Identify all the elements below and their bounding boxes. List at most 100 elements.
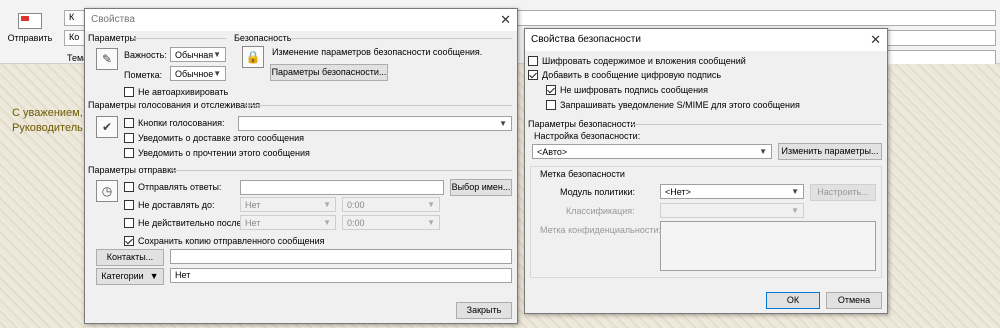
- time-value: 0:00: [347, 217, 365, 228]
- sec-params-separator: [630, 124, 882, 125]
- change-params-button[interactable]: Изменить параметры...: [778, 143, 882, 160]
- checkbox-box[interactable]: [124, 236, 134, 246]
- do-not-deliver-checkbox[interactable]: Не доставлять до:: [124, 200, 215, 210]
- do-not-deliver-label: Не доставлять до:: [138, 200, 215, 210]
- no-encrypt-signature-checkbox[interactable]: Не шифровать подпись сообщения: [546, 85, 708, 95]
- to-field[interactable]: [516, 10, 996, 26]
- date-value: Нет: [245, 217, 261, 228]
- voting-buttons-label: Кнопки голосования:: [138, 118, 225, 128]
- sensitivity-value: Обычное: [175, 68, 214, 79]
- save-copy-checkbox[interactable]: Сохранить копию отправленного сообщения: [124, 236, 325, 246]
- checkbox-box[interactable]: [124, 218, 134, 228]
- encrypt-checkbox[interactable]: Шифровать содержимое и вложения сообщени…: [528, 56, 746, 66]
- cc-field[interactable]: [884, 30, 996, 46]
- request-receipt-checkbox[interactable]: Запрашивать уведомление S/MIME для этого…: [546, 100, 800, 110]
- signature-line-1: С уважением,: [12, 107, 83, 119]
- ok-button[interactable]: ОК: [766, 292, 820, 309]
- reply-to-label: Отправлять ответы:: [138, 182, 222, 192]
- security-settings-button[interactable]: Параметры безопасности...: [270, 64, 388, 81]
- expires-label: Не действительно после:: [138, 218, 245, 228]
- security-description: Изменение параметров безопасности сообще…: [272, 47, 483, 57]
- send-button[interactable]: Отправить: [4, 10, 56, 56]
- no-encrypt-signature-label: Не шифровать подпись сообщения: [560, 85, 708, 95]
- importance-value: Обычная: [175, 49, 214, 60]
- choose-names-button[interactable]: Выбор имен...: [450, 179, 512, 196]
- security-dialog-title: Свойства безопасности ✕: [525, 29, 887, 51]
- voting-group-title: Параметры голосования и отслеживания: [88, 100, 261, 110]
- reply-to-checkbox[interactable]: Отправлять ответы:: [124, 182, 221, 192]
- send-options-group-title: Параметры отправки: [88, 165, 177, 175]
- expires-time[interactable]: 0:00 ▼: [342, 215, 440, 230]
- chevron-down-icon: ▼: [791, 206, 799, 215]
- do-not-deliver-time[interactable]: 0:00 ▼: [342, 197, 440, 212]
- save-copy-label: Сохранить копию отправленного сообщения: [138, 236, 325, 246]
- checkbox-box[interactable]: [546, 85, 556, 95]
- expires-checkbox[interactable]: Не действительно после:: [124, 218, 244, 228]
- policy-label: Модуль политики:: [560, 187, 635, 197]
- policy-select[interactable]: <Нет> ▼: [660, 184, 804, 199]
- privacy-label: Метка конфиденциальности:: [540, 225, 661, 235]
- sec-setting-select[interactable]: <Авто> ▼: [532, 144, 772, 159]
- chevron-down-icon: ▼: [427, 200, 435, 209]
- sensitivity-select[interactable]: Обычное ▼: [170, 66, 226, 81]
- notify-read-checkbox[interactable]: Уведомить о прочтении этого сообщения: [124, 148, 310, 158]
- checkbox-box[interactable]: [124, 148, 134, 158]
- chevron-down-icon: ▼: [323, 218, 331, 227]
- chevron-down-icon: ▼: [213, 69, 222, 78]
- security-title-text: Свойства безопасности: [531, 34, 641, 45]
- params-group-title: Параметры: [88, 33, 136, 43]
- notify-delivery-label: Уведомить о доставке этого сообщения: [138, 133, 305, 143]
- checkbox-box[interactable]: [124, 118, 134, 128]
- sec-setting-label: Настройка безопасности:: [534, 131, 641, 141]
- importance-select[interactable]: Обычная ▼: [170, 47, 226, 62]
- close-icon[interactable]: ✕: [870, 32, 881, 48]
- checkbox-box[interactable]: [528, 70, 538, 80]
- expires-date[interactable]: Нет ▼: [240, 215, 336, 230]
- sensitivity-label: Пометка:: [124, 70, 163, 80]
- add-signature-label: Добавить в сообщение цифровую подпись: [542, 70, 722, 80]
- reply-to-field[interactable]: [240, 180, 444, 195]
- checkbox-box[interactable]: [124, 182, 134, 192]
- tracking-icon: ✔: [96, 116, 118, 138]
- properties-dialog-title: Свойства ✕: [85, 9, 517, 31]
- do-not-deliver-date[interactable]: Нет ▼: [240, 197, 336, 212]
- clock-icon: ◷: [96, 180, 118, 202]
- chevron-down-icon: ▼: [323, 200, 331, 209]
- close-button[interactable]: Закрыть: [456, 302, 512, 319]
- close-icon[interactable]: ✕: [500, 12, 511, 28]
- security-group-title: Безопасность: [234, 33, 292, 43]
- voting-buttons-checkbox[interactable]: Кнопки голосования:: [124, 118, 224, 128]
- contacts-button[interactable]: Контакты...: [96, 249, 164, 266]
- checkbox-box[interactable]: [124, 87, 134, 97]
- sec-setting-value: <Авто>: [537, 146, 568, 157]
- chevron-down-icon: ▼: [499, 119, 507, 128]
- label-group-title: Метка безопасности: [540, 169, 625, 179]
- categories-button[interactable]: Категории ▼: [96, 268, 164, 285]
- no-autoarchive-label: Не автоархивировать: [138, 87, 229, 97]
- security-separator: [290, 38, 512, 39]
- add-signature-checkbox[interactable]: Добавить в сообщение цифровую подпись: [528, 70, 721, 80]
- privacy-textarea[interactable]: [660, 221, 876, 271]
- notify-delivery-checkbox[interactable]: Уведомить о доставке этого сообщения: [124, 133, 304, 143]
- checkbox-box[interactable]: [124, 133, 134, 143]
- voting-buttons-select[interactable]: ▼: [238, 116, 512, 131]
- checkbox-box[interactable]: [124, 200, 134, 210]
- configure-button[interactable]: Настроить...: [810, 184, 876, 201]
- contacts-field[interactable]: [170, 249, 512, 264]
- request-receipt-label: Запрашивать уведомление S/MIME для этого…: [560, 100, 800, 110]
- properties-icon: ✎: [96, 48, 118, 70]
- voting-separator: [246, 105, 512, 106]
- classification-select[interactable]: ▼: [660, 203, 804, 218]
- checkbox-box[interactable]: [546, 100, 556, 110]
- checkbox-box[interactable]: [528, 56, 538, 66]
- no-autoarchive-checkbox[interactable]: Не автоархивировать: [124, 87, 228, 97]
- caret-down-icon: ▼: [149, 271, 159, 281]
- to-button[interactable]: К: [64, 10, 86, 26]
- send-envelope-icon: [18, 13, 42, 29]
- date-value: Нет: [245, 199, 261, 210]
- cc-button[interactable]: Ко: [64, 30, 86, 46]
- categories-label: Категории: [101, 271, 144, 281]
- properties-title-text: Свойства: [91, 14, 135, 25]
- importance-label: Важность:: [124, 50, 167, 60]
- cancel-button[interactable]: Отмена: [826, 292, 882, 309]
